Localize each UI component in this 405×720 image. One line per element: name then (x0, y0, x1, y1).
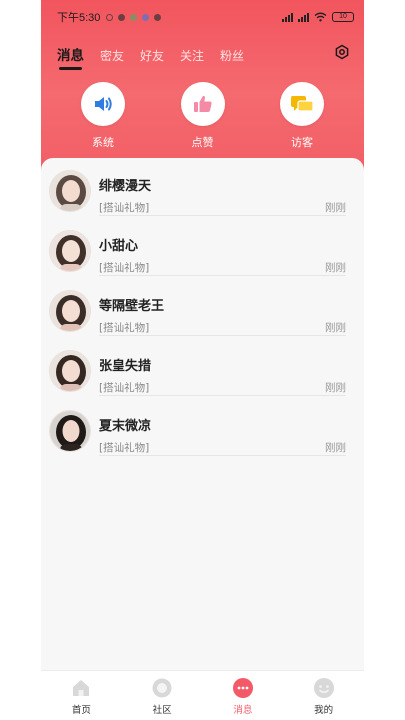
bottom-nav: 首页 社区 消息 我的 (41, 670, 364, 720)
contact-name: 小甜心 (99, 239, 139, 254)
nav-home[interactable]: 首页 (41, 671, 122, 720)
app-screen: 下午5:30 10 消息 密友 好友 关注 粉丝 系统 点赞 访客 绯樱漫天 [… (41, 0, 364, 720)
status-time: 下午5:30 (57, 12, 101, 24)
status-bar: 下午5:30 10 (41, 0, 364, 34)
list-item[interactable]: 小甜心 [搭讪礼物] 刚刚 (41, 220, 364, 280)
system-notice-button[interactable]: 系统 (81, 82, 125, 150)
nav-label-community: 社区 (152, 705, 172, 716)
nav-label-messages: 消息 (233, 705, 253, 716)
list-item[interactable]: 绯樱漫天 [搭讪礼物] 刚刚 (41, 160, 364, 220)
divider (99, 215, 346, 216)
message-preview: [搭讪礼物] (99, 322, 150, 334)
nav-label-profile: 我的 (314, 705, 334, 716)
message-tabs: 消息 密友 好友 关注 粉丝 (57, 44, 244, 70)
message-time: 刚刚 (325, 382, 346, 394)
avatar (49, 230, 91, 272)
tab-friends[interactable]: 好友 (140, 47, 164, 64)
divider (99, 275, 346, 276)
quick-actions: 系统 点赞 访客 (41, 82, 364, 150)
message-preview: [搭讪礼物] (99, 202, 150, 214)
message-list: 绯樱漫天 [搭讪礼物] 刚刚 小甜心 [搭讪礼物] 刚刚 等隔壁老王 [搭讪礼物… (41, 158, 364, 678)
avatar (49, 350, 91, 392)
likes-button[interactable]: 点赞 (180, 82, 225, 150)
list-item[interactable]: 夏末微凉 [搭讪礼物] 刚刚 (41, 400, 364, 460)
divider (99, 395, 346, 396)
nav-profile[interactable]: 我的 (283, 671, 364, 720)
speaker-icon (95, 97, 112, 111)
thumbs-up-icon (193, 95, 212, 112)
tab-fans[interactable]: 粉丝 (220, 47, 244, 64)
message-time: 刚刚 (325, 442, 346, 454)
app-notification-icon (142, 13, 150, 21)
divider (99, 335, 346, 336)
message-time: 刚刚 (325, 262, 346, 274)
tab-following[interactable]: 关注 (180, 47, 204, 64)
quick-label-visitors: 访客 (291, 136, 313, 149)
message-preview: [搭讪礼物] (99, 442, 150, 454)
list-item[interactable]: 等隔壁老王 [搭讪礼物] 刚刚 (41, 280, 364, 340)
message-time: 刚刚 (325, 322, 346, 334)
nav-messages[interactable]: 消息 (203, 671, 284, 720)
list-item[interactable]: 张皇失措 [搭讪礼物] 刚刚 (41, 340, 364, 400)
signal-icon (282, 12, 293, 22)
contact-name: 绯樱漫天 (99, 179, 152, 194)
nav-community[interactable]: 社区 (122, 671, 203, 720)
contact-name: 等隔壁老王 (99, 299, 165, 314)
avatar (49, 290, 91, 332)
notification-icon (118, 13, 126, 21)
contact-name: 张皇失措 (99, 359, 152, 374)
chat-bubbles-icon (291, 96, 314, 112)
profile-icon (313, 678, 334, 698)
battery-icon: 10 (332, 12, 354, 22)
community-icon (152, 678, 172, 698)
settings-icon[interactable] (334, 44, 350, 60)
quick-label-system: 系统 (92, 136, 114, 149)
home-icon (73, 680, 90, 696)
header: 下午5:30 10 消息 密友 好友 关注 粉丝 系统 点赞 访客 (41, 0, 364, 170)
contact-name: 夏末微凉 (99, 419, 152, 434)
quick-label-likes: 点赞 (191, 136, 214, 149)
tab-close-friends[interactable]: 密友 (100, 47, 124, 64)
visitors-button[interactable]: 访客 (280, 82, 324, 150)
alarm-icon (106, 13, 114, 21)
message-icon (232, 678, 253, 698)
message-preview: [搭讪礼物] (99, 382, 150, 394)
divider (99, 455, 346, 456)
app-notification-icon (154, 13, 162, 21)
nav-label-home: 首页 (71, 705, 91, 716)
avatar (49, 410, 91, 452)
wifi-icon (314, 12, 327, 22)
status-notification-icons (106, 13, 162, 21)
app-notification-icon (130, 13, 138, 21)
avatar (49, 170, 91, 212)
signal-icon (298, 12, 309, 22)
message-preview: [搭讪礼物] (99, 262, 150, 274)
tab-messages[interactable]: 消息 (57, 44, 84, 70)
status-right: 10 (282, 12, 354, 22)
message-time: 刚刚 (325, 202, 346, 214)
